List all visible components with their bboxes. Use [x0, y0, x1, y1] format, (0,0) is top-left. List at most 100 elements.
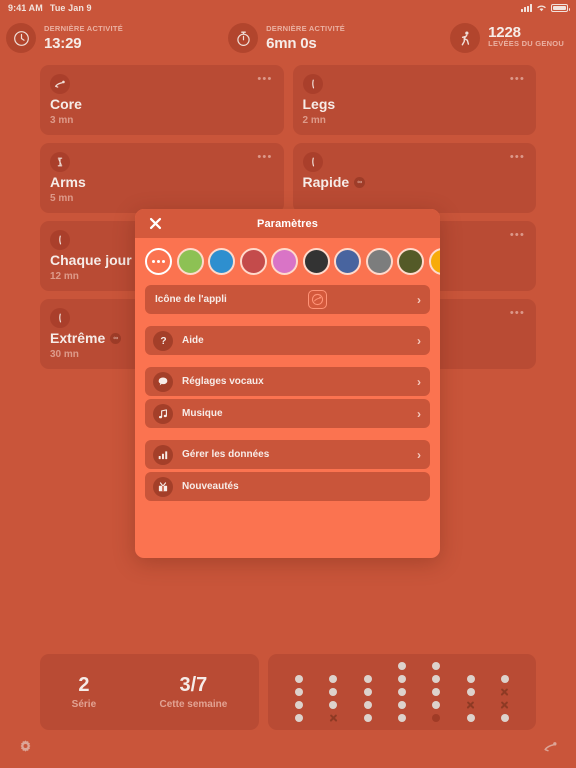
settings-row-whats-new[interactable]: Nouveautés — [145, 472, 430, 501]
arm-icon — [50, 152, 70, 172]
wifi-icon — [537, 5, 546, 12]
activity-grid-column — [500, 675, 509, 722]
activity-dot — [329, 701, 338, 709]
speech-bubble-icon — [153, 371, 173, 392]
card-duration: 5 mn — [50, 193, 74, 204]
stretch-icon — [50, 74, 70, 94]
runner-icon — [450, 23, 481, 53]
activity-dot — [295, 701, 304, 709]
color-swatch-red[interactable] — [239, 248, 267, 275]
streak-week: 3/7 Cette semaine — [160, 674, 228, 710]
workout-card-legs[interactable]: ••• Legs 2 mn — [292, 65, 536, 135]
settings-group-appearance: Icône de l'appli › — [145, 285, 430, 314]
color-swatch-more-colors[interactable] — [145, 248, 172, 275]
activity-dot — [295, 675, 304, 683]
stopwatch-icon — [228, 23, 259, 53]
streak-label: Cette semaine — [159, 699, 228, 710]
card-menu-button[interactable]: ••• — [257, 152, 272, 163]
chevron-right-icon: › — [417, 374, 421, 389]
infinity-icon: ∞ — [110, 332, 122, 344]
cellular-signal-icon — [521, 4, 532, 12]
color-swatch-yellow[interactable] — [428, 248, 440, 275]
workout-card-arms[interactable]: ••• Arms 5 mn — [40, 143, 284, 213]
stat-last-activity-duration[interactable]: DERNIÈRE ACTIVITÉ 6mn 0s — [228, 23, 345, 53]
color-swatch-green[interactable] — [176, 248, 204, 275]
footer-bar — [0, 730, 576, 768]
card-menu-button[interactable]: ••• — [510, 308, 525, 319]
settings-row-app-icon[interactable]: Icône de l'appli › — [145, 285, 430, 314]
gear-icon[interactable] — [18, 739, 33, 759]
card-menu-button[interactable]: ••• — [510, 152, 525, 163]
card-title: Core — [50, 96, 82, 112]
battery-icon — [551, 4, 570, 12]
stat-knee-raises[interactable]: 1228 LEVÉES DU GENOU — [450, 23, 564, 53]
color-swatch-olive[interactable] — [397, 248, 424, 275]
status-bar-time: 9:41 AM — [8, 3, 43, 13]
card-title-text: Arms — [50, 174, 86, 190]
settings-row-help[interactable]: ? Aide › — [145, 326, 430, 355]
activity-grid-column — [295, 675, 304, 722]
color-swatch-pink[interactable] — [271, 248, 298, 275]
workout-card-core[interactable]: ••• Core 3 mn — [40, 65, 284, 135]
activity-dot — [466, 714, 475, 722]
streak-panel[interactable]: 2 Série 3/7 Cette semaine — [40, 654, 259, 730]
settings-row-label: Musique — [182, 408, 223, 419]
card-duration: 2 mn — [302, 115, 326, 126]
activity-dot — [432, 701, 441, 709]
card-menu-button[interactable]: ••• — [257, 74, 272, 85]
activity-dot — [295, 714, 304, 722]
streak-value: 3/7 — [179, 674, 208, 696]
color-swatch-black[interactable] — [302, 248, 330, 275]
settings-row-music[interactable]: Musique › — [145, 399, 430, 428]
activity-grid-column — [432, 662, 441, 722]
settings-group-data: Gérer les données › Nouveautés — [145, 440, 430, 501]
stat-value: 6mn 0s — [266, 34, 317, 52]
card-menu-button[interactable]: ••• — [510, 230, 525, 241]
settings-row-voice[interactable]: Réglages vocaux › — [145, 367, 430, 396]
card-title: Arms — [50, 174, 86, 190]
stat-label: LEVÉES DU GENOU — [488, 39, 565, 49]
card-title: Chaque jour ∞ — [50, 252, 148, 268]
color-swatch-gray[interactable] — [365, 248, 393, 275]
activity-grid-column — [329, 675, 338, 722]
activity-dot — [397, 714, 406, 722]
card-title: Extrême ∞ — [50, 330, 122, 346]
activity-grid-column — [397, 662, 406, 722]
stretch-icon[interactable] — [543, 739, 558, 759]
activity-x-mark — [501, 701, 509, 709]
activity-dot — [329, 688, 338, 696]
header-stats: DERNIÈRE ACTIVITÉ 13:29 DERNIÈRE ACTIVIT… — [0, 16, 576, 60]
close-icon[interactable] — [148, 217, 162, 231]
settings-row-label: Nouveautés — [182, 481, 239, 492]
settings-row-manage-data[interactable]: Gérer les données › — [145, 440, 430, 469]
activity-dot — [363, 714, 372, 722]
activity-x-mark — [329, 714, 337, 722]
activity-grid-column — [363, 675, 372, 722]
color-swatch-navy[interactable] — [334, 248, 361, 275]
settings-row-label: Aide — [182, 335, 204, 346]
activity-x-mark — [501, 688, 509, 696]
card-title-text: Core — [50, 96, 82, 112]
activity-dot — [295, 688, 304, 696]
chevron-right-icon: › — [417, 292, 421, 307]
workout-card-rapide[interactable]: ••• Rapide ∞ — [292, 143, 536, 213]
activity-dot — [466, 688, 475, 696]
activity-grid-panel[interactable] — [268, 654, 536, 730]
status-bar-date: Tue Jan 9 — [49, 3, 92, 13]
activity-dot — [363, 675, 372, 683]
modal-title: Paramètres — [257, 217, 318, 230]
question-mark-icon: ? — [153, 330, 173, 351]
card-menu-button[interactable]: ••• — [510, 74, 525, 85]
infinity-icon: ∞ — [354, 176, 366, 188]
color-swatch-blue[interactable] — [208, 248, 235, 275]
streak-label: Série — [71, 699, 97, 710]
card-title-text: Rapide — [302, 174, 350, 190]
stat-value: 13:29 — [44, 34, 82, 52]
settings-row-label: Gérer les données — [182, 449, 270, 460]
card-title: Legs — [303, 96, 336, 112]
card-duration: 12 mn — [50, 271, 79, 282]
stat-last-activity-time[interactable]: DERNIÈRE ACTIVITÉ 13:29 — [6, 23, 123, 53]
color-swatch-row[interactable] — [135, 238, 440, 285]
app-preview-icon[interactable] — [308, 290, 328, 309]
activity-dot — [466, 675, 475, 683]
